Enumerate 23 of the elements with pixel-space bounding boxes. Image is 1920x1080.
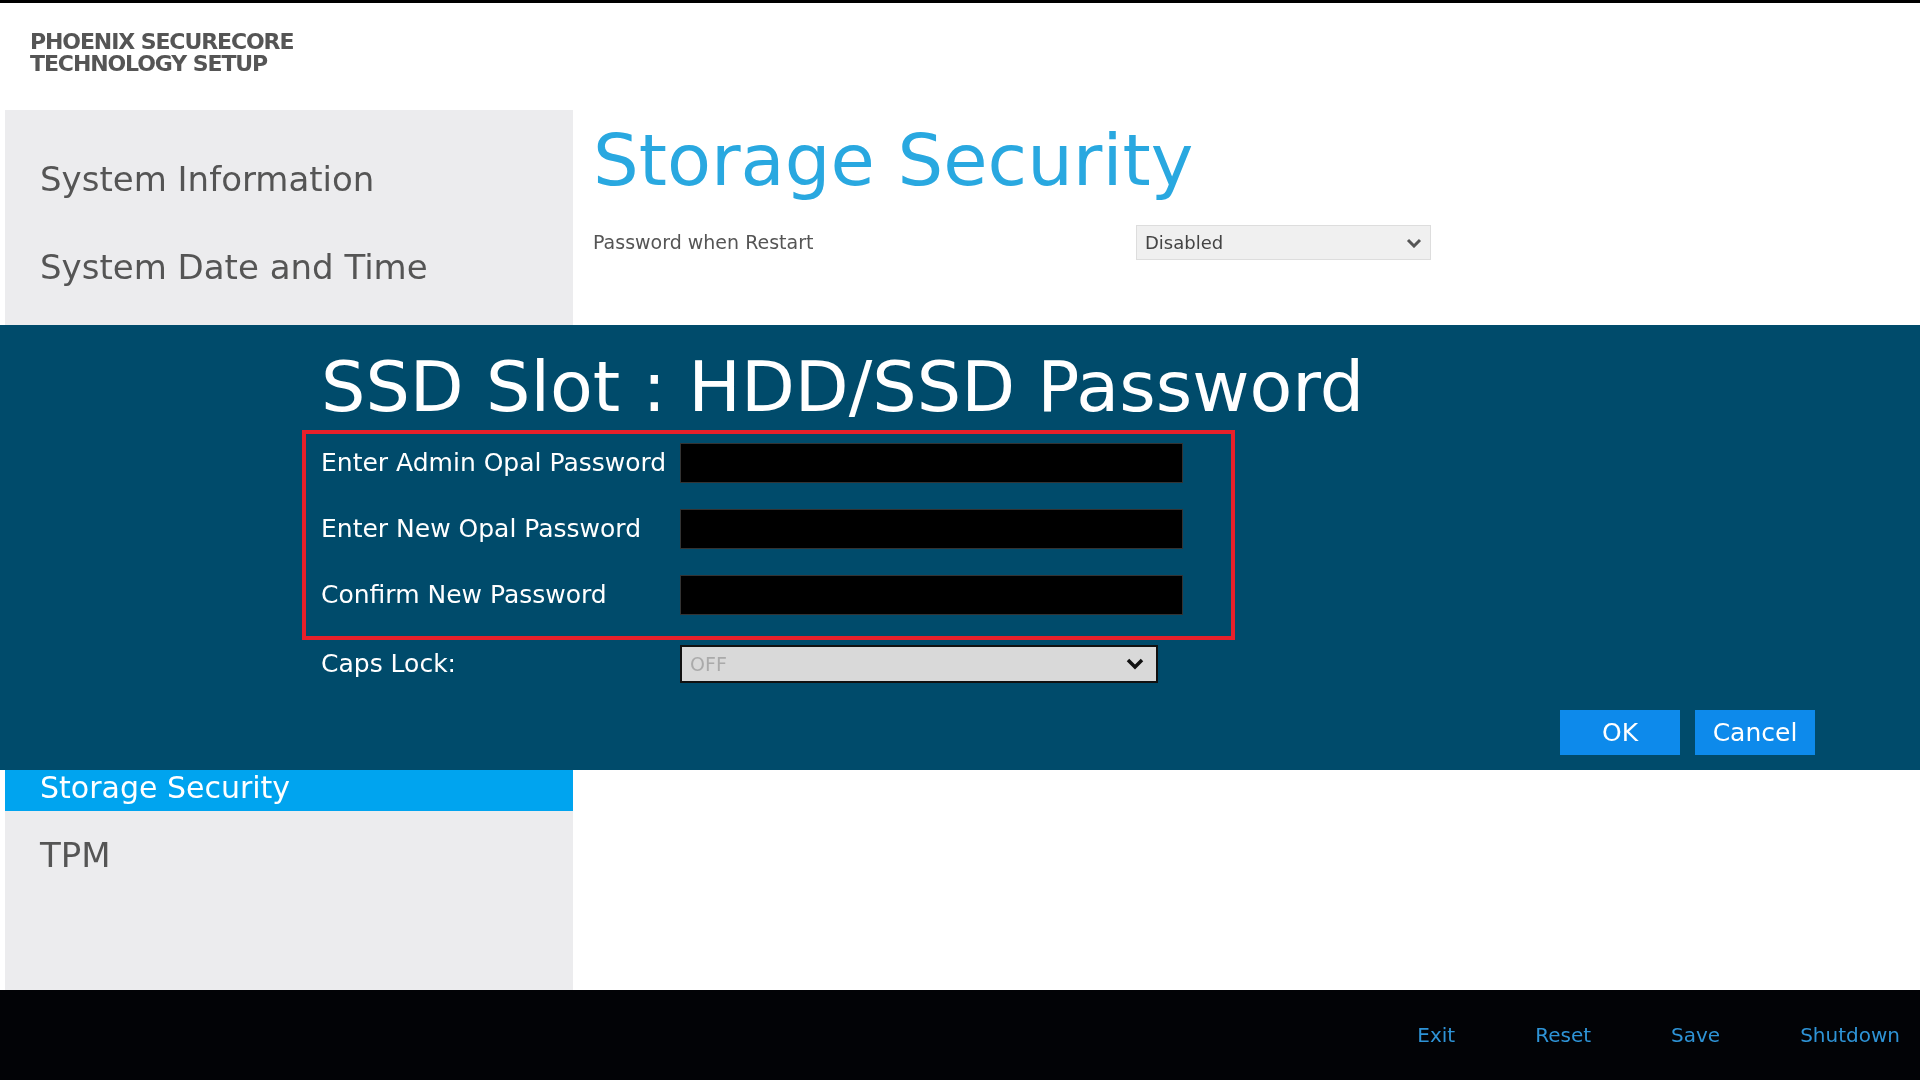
footer-link[interactable]: Reset [1535,1020,1592,1050]
field-label: Enter New Opal Password [321,513,643,546]
sidebar-item[interactable]: System Date and Time [5,223,573,311]
page-title: Storage Security [593,117,1195,204]
password-field[interactable] [680,575,1183,615]
setting-dropdown[interactable]: Disabled [1136,225,1431,260]
password-field[interactable] [680,443,1183,483]
footer-link[interactable]: Shutdown [1800,1020,1900,1050]
logo-text: PHOENIX SECURECORE TECHNOLOGY SETUP [30,31,295,75]
sidebar-item[interactable]: System Information [5,135,573,223]
dialog-button[interactable]: OK [1560,710,1680,755]
dialog-title: SSD Slot : HDD/SSD Password [321,347,1365,427]
footer-link[interactable]: Exit [1417,1020,1456,1050]
chevron-icon [1126,658,1144,670]
setting-label: Password when Restart [593,230,815,256]
sidebar-item[interactable]: TPM [5,811,573,899]
chevron-icon [1406,237,1422,248]
footer-link[interactable]: Save [1671,1020,1721,1050]
field-label: Confirm New Password [321,579,608,612]
caps-lock-label: Caps Lock: [321,648,458,681]
password-field[interactable] [680,509,1183,549]
field-label: Enter Admin Opal Password [321,447,668,480]
dialog-button[interactable]: Cancel [1695,710,1815,755]
